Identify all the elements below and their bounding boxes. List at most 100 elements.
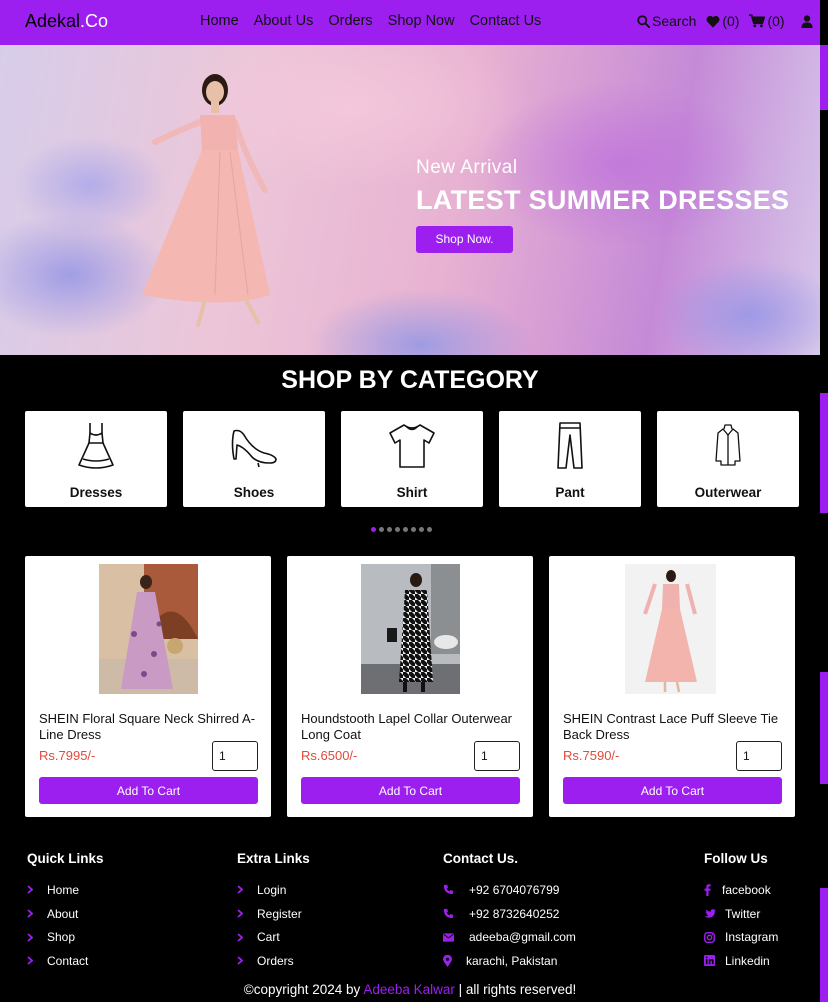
quantity-input[interactable] bbox=[736, 741, 782, 771]
slider-dot[interactable] bbox=[427, 527, 432, 532]
footer-link-shop[interactable]: Shop bbox=[27, 925, 104, 949]
instagram-icon bbox=[704, 931, 721, 943]
product-name[interactable]: Houndstooth Lapel Collar Outerwear Long … bbox=[301, 711, 526, 742]
category-card-shirt[interactable]: Shirt bbox=[341, 411, 483, 507]
shop-now-button[interactable]: Shop Now. bbox=[416, 226, 513, 253]
tshirt-icon bbox=[389, 424, 435, 468]
wishlist-button[interactable]: (0) bbox=[706, 13, 739, 29]
copyright-author-link[interactable]: Adeeba Kalwar bbox=[363, 982, 455, 997]
contact-text: karachi, Pakistan bbox=[466, 953, 558, 968]
account-button[interactable] bbox=[801, 14, 813, 28]
product-card: Houndstooth Lapel Collar Outerwear Long … bbox=[287, 556, 533, 817]
header-tools: Search (0) (0) bbox=[637, 13, 813, 29]
nav-home[interactable]: Home bbox=[200, 13, 239, 29]
category-label: Outerwear bbox=[694, 485, 762, 500]
side-stripe bbox=[820, 393, 828, 513]
category-section-title: SHOP BY CATEGORY bbox=[281, 366, 539, 394]
chevron-right-icon bbox=[237, 956, 253, 966]
nav-about-us[interactable]: About Us bbox=[254, 13, 314, 29]
add-to-cart-button[interactable]: Add To Cart bbox=[563, 777, 782, 804]
quantity-input[interactable] bbox=[212, 741, 258, 771]
footer-link-about[interactable]: About bbox=[27, 902, 104, 926]
footer-link-label: Home bbox=[47, 882, 80, 897]
social-link-linkedin[interactable]: Linkedin bbox=[704, 949, 778, 973]
footer-link-login[interactable]: Login bbox=[237, 878, 310, 902]
footer-link-register[interactable]: Register bbox=[237, 902, 310, 926]
slider-dot[interactable] bbox=[403, 527, 408, 532]
nav-shop-now[interactable]: Shop Now bbox=[388, 13, 455, 29]
social-link-facebook[interactable]: facebook bbox=[704, 878, 778, 902]
phone-icon bbox=[443, 908, 465, 919]
footer-link-cart[interactable]: Cart bbox=[237, 925, 310, 949]
footer-link-label: Orders bbox=[257, 953, 294, 968]
footer-link-label: Shop bbox=[47, 930, 76, 945]
social-link-twitter[interactable]: Twitter bbox=[704, 902, 778, 926]
nav-orders[interactable]: Orders bbox=[328, 13, 372, 29]
product-name[interactable]: SHEIN Floral Square Neck Shirred A-Line … bbox=[39, 711, 264, 742]
footer-link-home[interactable]: Home bbox=[27, 878, 104, 902]
cart-button[interactable]: (0) bbox=[749, 13, 785, 29]
side-stripe bbox=[820, 45, 828, 110]
side-stripe bbox=[820, 888, 828, 1002]
twitter-icon bbox=[704, 908, 721, 919]
contact-email[interactable]: adeeba@gmail.com bbox=[443, 925, 576, 949]
footer-heading: Follow Us bbox=[704, 851, 768, 866]
category-label: Dresses bbox=[69, 485, 123, 500]
social-label: Twitter bbox=[725, 906, 761, 921]
category-label: Shirt bbox=[396, 485, 428, 500]
footer-link-label: Login bbox=[257, 882, 287, 897]
product-image[interactable] bbox=[361, 564, 460, 694]
dress-icon bbox=[78, 423, 114, 469]
pants-icon bbox=[557, 422, 583, 469]
footer-link-contact[interactable]: Contact bbox=[27, 949, 104, 973]
social-link-instagram[interactable]: Instagram bbox=[704, 925, 778, 949]
slider-dot[interactable] bbox=[419, 527, 424, 532]
add-to-cart-button[interactable]: Add To Cart bbox=[39, 777, 258, 804]
footer-contact: Contact Us. +92 6704076799 +92 873264025… bbox=[443, 851, 576, 973]
hero-banner: New Arrival LATEST SUMMER DRESSES Shop N… bbox=[0, 45, 820, 355]
footer-link-label: About bbox=[47, 906, 79, 921]
category-card-pant[interactable]: Pant bbox=[499, 411, 641, 507]
chevron-right-icon bbox=[27, 956, 43, 966]
copyright-suffix: | all rights reserved! bbox=[458, 982, 577, 997]
slider-dot[interactable] bbox=[411, 527, 416, 532]
product-card: SHEIN Contrast Lace Puff Sleeve Tie Back… bbox=[549, 556, 795, 817]
brand-logo[interactable]: Adekal.Co bbox=[25, 11, 108, 32]
cart-count: (0) bbox=[767, 13, 785, 29]
category-card-outerwear[interactable]: Outerwear bbox=[657, 411, 799, 507]
slider-dot[interactable] bbox=[387, 527, 392, 532]
social-label: Linkedin bbox=[725, 953, 770, 968]
nav-contact-us[interactable]: Contact Us bbox=[470, 13, 542, 29]
category-card-dresses[interactable]: Dresses bbox=[25, 411, 167, 507]
model-in-pink-dress-image bbox=[142, 74, 270, 327]
slider-dot[interactable] bbox=[395, 527, 400, 532]
side-stripe bbox=[820, 672, 828, 784]
product-price: Rs.7995/- bbox=[39, 748, 96, 763]
copyright-bar: ©copyright 2024 by Adeeba Kalwar | all r… bbox=[0, 982, 820, 997]
quantity-input[interactable] bbox=[474, 741, 520, 771]
contact-phone-1[interactable]: +92 6704076799 bbox=[443, 878, 576, 902]
search-button[interactable]: Search bbox=[637, 13, 696, 29]
slider-dot[interactable] bbox=[379, 527, 384, 532]
chevron-right-icon bbox=[27, 909, 43, 918]
search-label: Search bbox=[652, 13, 697, 29]
footer-link-orders[interactable]: Orders bbox=[237, 949, 310, 973]
cart-icon bbox=[749, 14, 766, 28]
heart-icon bbox=[706, 15, 720, 28]
product-image[interactable] bbox=[99, 564, 198, 694]
coat-icon bbox=[715, 424, 741, 466]
high-heel-icon bbox=[231, 429, 277, 468]
category-card-shoes[interactable]: Shoes bbox=[183, 411, 325, 507]
slider-dot[interactable] bbox=[371, 527, 376, 532]
product-name[interactable]: SHEIN Contrast Lace Puff Sleeve Tie Back… bbox=[563, 711, 788, 742]
contact-text: +92 6704076799 bbox=[469, 882, 560, 897]
footer-heading: Contact Us. bbox=[443, 851, 519, 866]
logo-main: Adekal bbox=[25, 11, 81, 31]
contact-phone-2[interactable]: +92 8732640252 bbox=[443, 902, 576, 926]
add-to-cart-button[interactable]: Add To Cart bbox=[301, 777, 520, 804]
product-image[interactable] bbox=[625, 564, 716, 694]
contact-address[interactable]: karachi, Pakistan bbox=[443, 949, 576, 973]
chevron-right-icon bbox=[27, 885, 43, 895]
slider-pagination bbox=[371, 527, 432, 532]
wishlist-count: (0) bbox=[722, 13, 740, 29]
